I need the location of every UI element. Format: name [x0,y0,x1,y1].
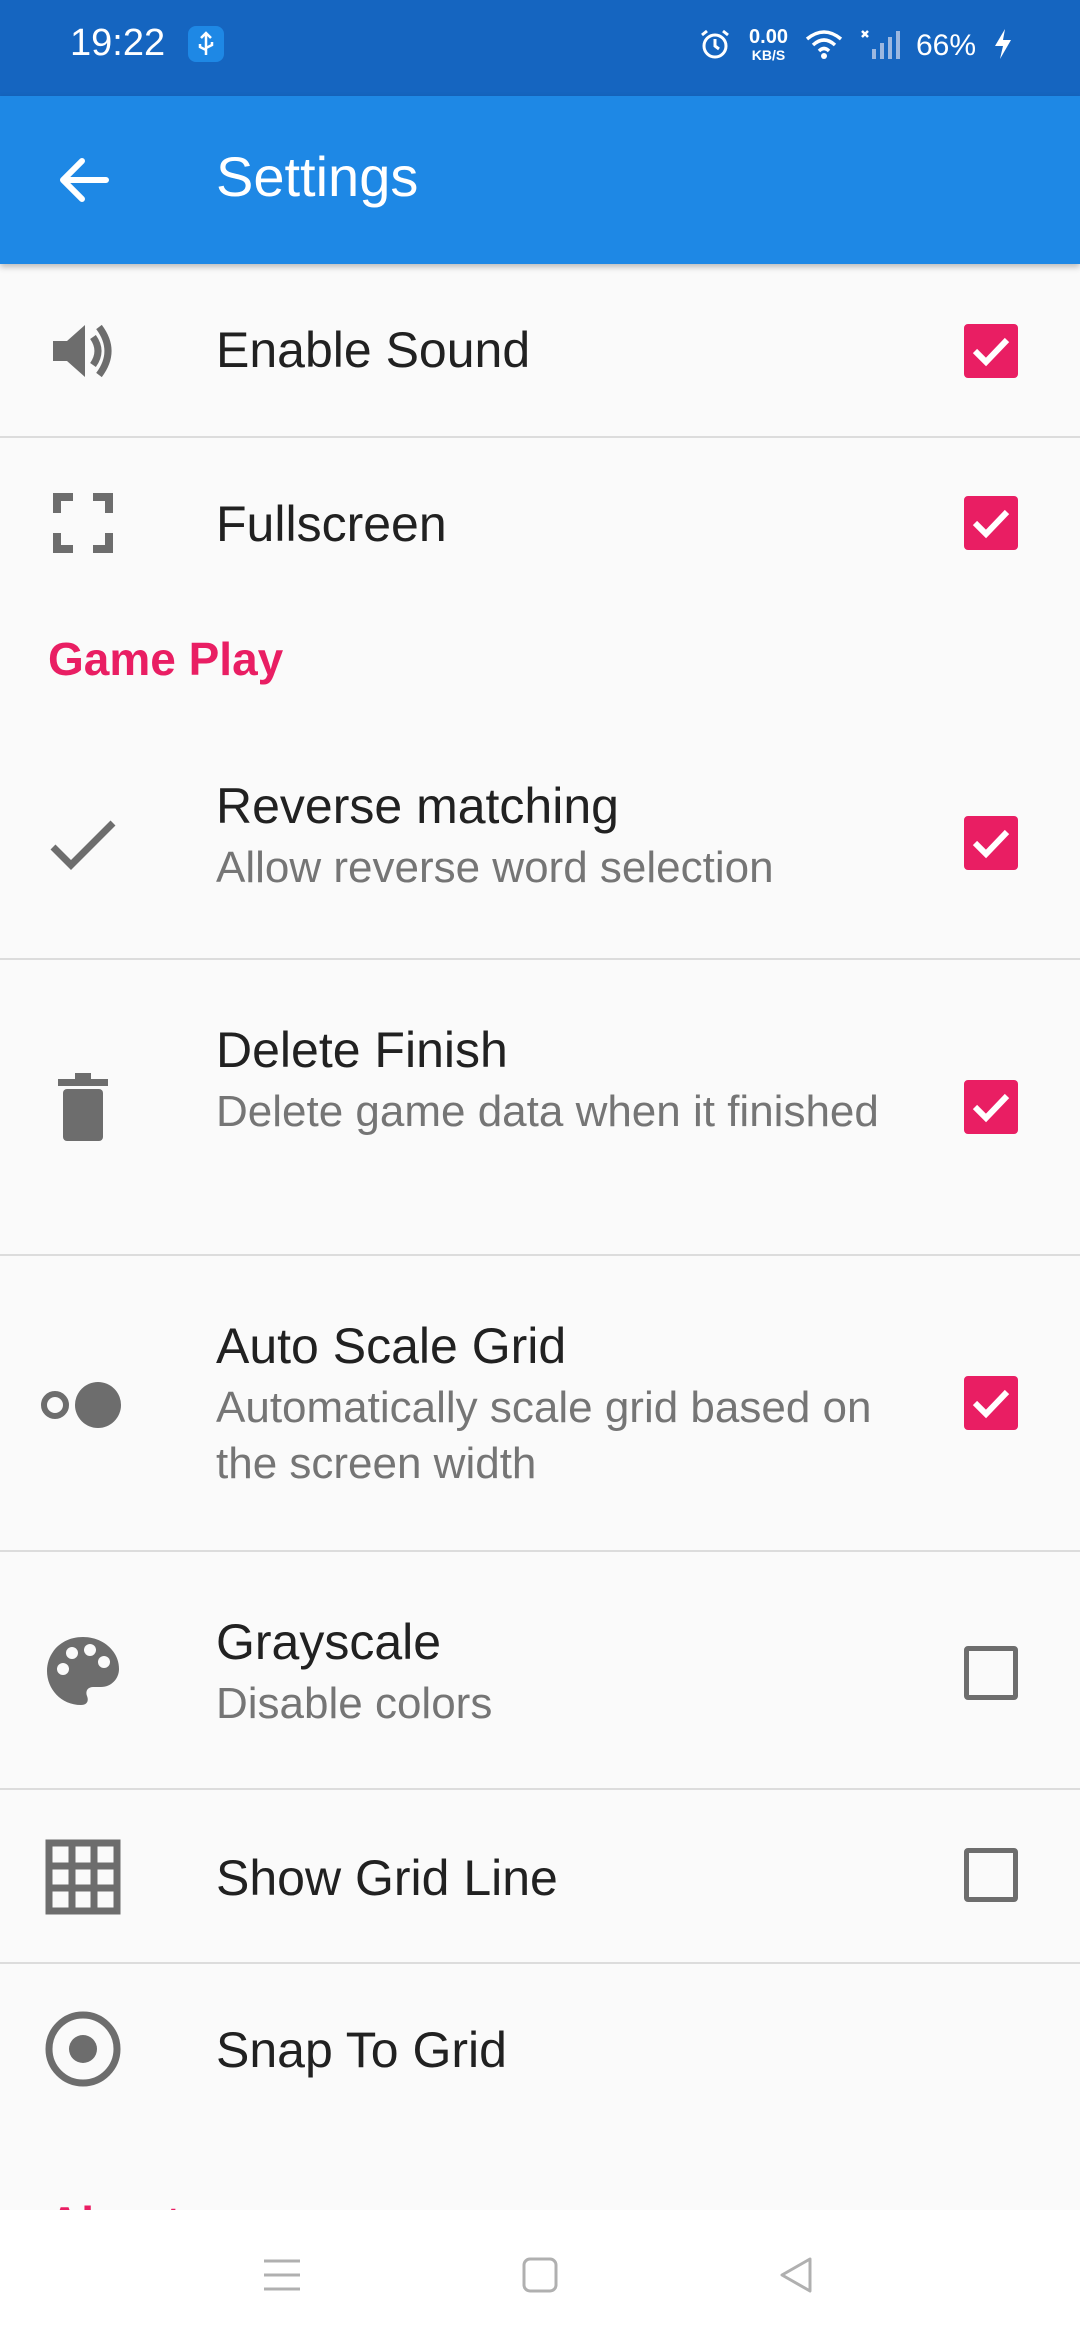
settings-list: Enable Sound Fullscreen Game Play Revers… [0,264,1080,2238]
checkmark-icon [972,1093,1010,1123]
setting-show-grid-line[interactable]: Show Grid Line [0,1790,1080,1964]
setting-title: Delete Finish [216,1022,508,1078]
auto-scale-grid-checkbox[interactable] [964,1376,1018,1430]
setting-summary: Delete game data when it finished [216,1087,879,1136]
setting-delete-finish[interactable]: Delete Finish Delete game data when it f… [0,960,1080,1256]
setting-snap-to-grid[interactable]: Snap To Grid [0,1964,1080,2138]
grid-icon [38,1832,128,1922]
enable-sound-checkbox[interactable] [964,324,1018,378]
setting-fullscreen[interactable]: Fullscreen [0,438,1080,610]
checkmark-icon [972,509,1010,539]
category-game-play: Game Play [0,610,1080,730]
volume-icon [38,306,128,396]
setting-reverse-matching[interactable]: Reverse matching Allow reverse word sele… [0,730,1080,960]
menu-icon [264,2259,300,2291]
trash-icon [38,1062,128,1152]
setting-title: Snap To Grid [216,2022,507,2078]
setting-auto-scale-grid[interactable]: Auto Scale Grid Automatically scale grid… [0,1256,1080,1552]
net-speed-unit: KB/S [751,47,786,63]
setting-title: Show Grid Line [216,1850,558,1906]
setting-title: Grayscale [216,1614,442,1670]
wifi-icon [804,27,844,66]
setting-title: Reverse matching [216,778,619,834]
square-icon [522,2257,558,2293]
arrow-left-icon [60,158,109,202]
signal-icon [860,27,900,66]
setting-summary: Allow reverse word selection [216,843,774,892]
setting-title: Enable Sound [216,322,531,378]
net-speed-value: 0.00 [749,26,788,48]
checkmark-icon [972,1389,1010,1419]
setting-summary: Disable colors [216,1679,493,1728]
checkmark-icon [972,829,1010,859]
setting-summary: Automatically scale grid based on the sc… [216,1383,872,1488]
usb-icon [188,26,224,62]
category-title: Game Play [48,633,284,685]
back-button[interactable] [44,140,124,220]
setting-grayscale[interactable]: Grayscale Disable colors [0,1552,1080,1790]
delete-finish-checkbox[interactable] [964,1080,1018,1134]
reverse-matching-checkbox[interactable] [964,816,1018,870]
triangle-back-icon [780,2257,812,2293]
dots-scale-icon [38,1360,128,1450]
battery-level: 66% [915,29,976,62]
fullscreen-icon [38,478,128,568]
radio-target-icon [38,2004,128,2094]
setting-title: Auto Scale Grid [216,1318,567,1374]
status-time: 19:22 [70,22,166,64]
check-icon [38,800,128,890]
setting-title: Fullscreen [216,496,447,552]
net-speed: 0.00 KB/S [749,26,788,64]
charging-icon [992,27,1014,66]
back-nav-button[interactable] [756,2240,836,2310]
alarm-icon [697,26,733,67]
show-grid-line-checkbox[interactable] [964,1848,1018,1902]
fullscreen-checkbox[interactable] [964,496,1018,550]
system-nav-bar [0,2210,1080,2340]
palette-icon [38,1626,128,1716]
home-button[interactable] [500,2240,580,2310]
checkmark-icon [972,337,1010,367]
setting-enable-sound[interactable]: Enable Sound [0,264,1080,438]
grayscale-checkbox[interactable] [964,1646,1018,1700]
status-bar: 19:22 0.00 KB/S 66% [0,0,1080,96]
app-bar: Settings [0,96,1080,264]
recents-button[interactable] [242,2240,322,2310]
page-title: Settings [216,145,419,208]
